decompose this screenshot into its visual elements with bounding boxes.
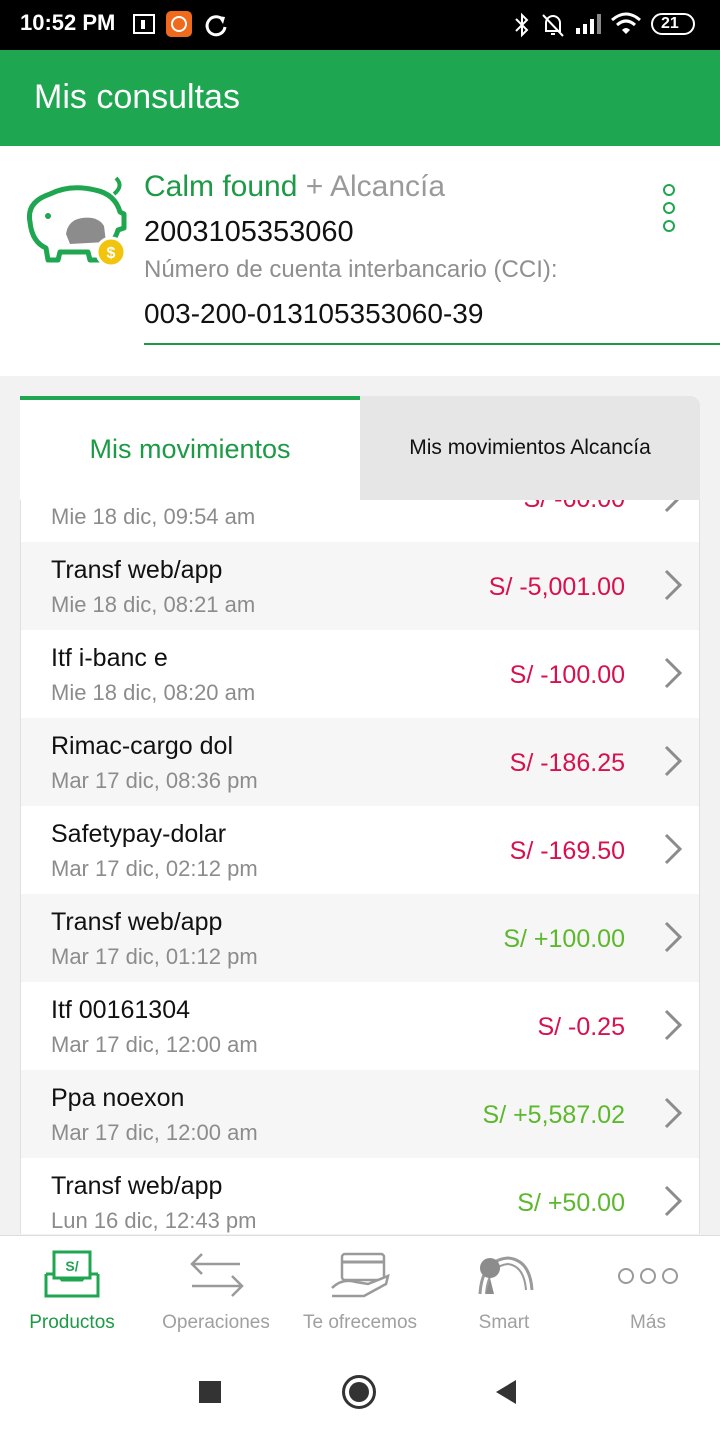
cci-number[interactable]: 003-200-013105353060-39 (144, 298, 483, 330)
account-header: $ Calm found + Alcancía 2003105353060 Nú… (0, 146, 720, 376)
card-hand-icon (331, 1252, 390, 1298)
movement-description: Itf i-banc e (51, 644, 168, 672)
nav-label: Más (630, 1312, 666, 1333)
more-options-icon[interactable] (660, 182, 678, 234)
movement-amount: S/ +100.00 (503, 925, 625, 953)
chevron-right-icon (664, 745, 683, 777)
movement-description: Safetypay-dolar (51, 820, 227, 848)
nav-te-ofrecemos[interactable]: Te ofrecemos (288, 1236, 432, 1346)
list-item[interactable]: Mie 18 dic, 09:54 am S/ -60.00 (20, 500, 700, 543)
account-number: 2003105353060 (144, 216, 354, 248)
movement-amount: S/ -0.25 (537, 1013, 625, 1041)
status-bar: 10:52 PM 21 (0, 0, 720, 50)
movement-date: Mar 17 dic, 12:00 am (51, 1032, 258, 1057)
chevron-right-icon (664, 833, 683, 865)
movement-description: Transf web/app (51, 1172, 223, 1200)
account-name-secondary: + Alcancía (305, 170, 446, 203)
more-dots-icon (618, 1268, 678, 1284)
chevron-right-icon (664, 1185, 683, 1217)
list-item[interactable]: Transf web/app Mie 18 dic, 08:21 am S/ -… (20, 542, 700, 631)
nav-smart[interactable]: Smart (432, 1236, 576, 1346)
movement-description: Rimac-cargo dol (51, 732, 234, 760)
recents-button[interactable] (199, 1381, 221, 1403)
movement-description: Transf web/app (51, 556, 223, 584)
transfer-arrows-icon (190, 1253, 244, 1297)
sync-icon (205, 15, 227, 37)
home-button[interactable] (342, 1375, 376, 1409)
movement-amount: S/ -5,001.00 (488, 573, 625, 601)
products-icon-text: S/ (65, 1258, 78, 1274)
nav-label: Smart (478, 1312, 530, 1333)
movement-date: Mar 17 dic, 02:12 pm (51, 856, 258, 881)
movement-date: Lun 16 dic, 12:43 pm (51, 1208, 257, 1233)
movement-description: Itf 00161304 (51, 996, 191, 1024)
nav-label: Te ofrecemos (302, 1312, 418, 1333)
products-icon: S/ (44, 1250, 100, 1298)
page-title: Mis consultas (34, 78, 240, 116)
movements-list[interactable]: Mie 18 dic, 09:54 am S/ -60.00 Transf we… (20, 500, 700, 1234)
nav-operaciones[interactable]: Operaciones (144, 1236, 288, 1346)
tab-label: Mis movimientos Alcancía (409, 436, 651, 459)
list-item[interactable]: Safetypay-dolar Mar 17 dic, 02:12 pm S/ … (20, 806, 700, 895)
movement-amount: S/ -60.00 (524, 500, 625, 514)
chevron-right-icon (664, 1009, 683, 1041)
nav-label: Operaciones (162, 1312, 270, 1333)
list-item[interactable]: Transf web/app Mar 17 dic, 01:12 pm S/ +… (20, 894, 700, 983)
movement-amount: S/ +50.00 (517, 1189, 625, 1217)
movement-date: Mar 17 dic, 08:36 pm (51, 768, 258, 793)
account-name-primary: Calm found (144, 170, 298, 203)
tab-label: Mis movimientos (89, 434, 291, 464)
nav-mas[interactable]: Más (576, 1236, 720, 1346)
movement-date: Mie 18 dic, 08:21 am (51, 592, 256, 617)
cci-label: Número de cuenta interbancario (CCI): (144, 256, 558, 283)
app-bar: Mis consultas (0, 50, 720, 146)
list-item[interactable]: Rimac-cargo dol Mar 17 dic, 08:36 pm S/ … (20, 718, 700, 807)
chevron-right-icon (664, 500, 680, 513)
movement-date: Mie 18 dic, 09:54 am (51, 504, 256, 529)
mute-bell-icon (542, 14, 564, 37)
list-item[interactable]: Ppa noexon Mar 17 dic, 12:00 am S/ +5,58… (20, 1070, 700, 1159)
tab-mis-movimientos-alcancia[interactable]: Mis movimientos Alcancía (360, 396, 700, 500)
nav-label: Productos (29, 1312, 115, 1333)
chevron-right-icon (664, 921, 683, 953)
movement-amount: S/ -169.50 (509, 837, 625, 865)
movements-tabs: Mis movimientos Mis movimientos Alcancía (20, 396, 700, 500)
cci-underline (144, 343, 720, 345)
tab-mis-movimientos[interactable]: Mis movimientos (20, 396, 360, 500)
svg-text:$: $ (107, 245, 116, 262)
system-nav-bar (0, 1345, 720, 1440)
wifi-icon (611, 12, 641, 34)
smart-gauge-icon (478, 1256, 534, 1295)
list-item[interactable]: Transf web/app Lun 16 dic, 12:43 pm S/ +… (20, 1158, 700, 1234)
status-time: 10:52 PM (20, 10, 116, 35)
movement-description: Transf web/app (51, 908, 223, 936)
movement-date: Mar 17 dic, 12:00 am (51, 1120, 258, 1145)
chevron-right-icon (664, 657, 683, 689)
chevron-right-icon (664, 569, 683, 601)
movement-amount: S/ -186.25 (509, 749, 625, 777)
bottom-nav: S/ Productos Operaciones Te ofrecemos Sm… (0, 1235, 720, 1346)
account-name: Calm found + Alcancía (144, 170, 445, 204)
sim-icon (133, 14, 155, 34)
movement-amount: S/ -100.00 (509, 661, 625, 689)
bluetooth-icon (515, 12, 529, 38)
signal-icon (576, 14, 601, 34)
battery-indicator: 21 (651, 13, 695, 35)
nav-productos[interactable]: S/ Productos (0, 1236, 144, 1346)
piggy-bank-icon: $ (26, 176, 127, 268)
list-item[interactable]: Itf 00161304 Mar 17 dic, 12:00 am S/ -0.… (20, 982, 700, 1071)
chevron-right-icon (664, 1097, 683, 1129)
movement-amount: S/ +5,587.02 (482, 1101, 625, 1129)
app-notification-icon (166, 11, 192, 37)
movement-date: Mie 18 dic, 08:20 am (51, 680, 256, 705)
list-item[interactable]: Itf i-banc e Mie 18 dic, 08:20 am S/ -10… (20, 630, 700, 719)
back-button[interactable] (494, 1379, 518, 1405)
home-button-inner (349, 1382, 369, 1402)
movement-description: Ppa noexon (51, 1084, 185, 1112)
battery-level: 21 (661, 15, 679, 32)
movement-date: Mar 17 dic, 01:12 pm (51, 944, 258, 969)
